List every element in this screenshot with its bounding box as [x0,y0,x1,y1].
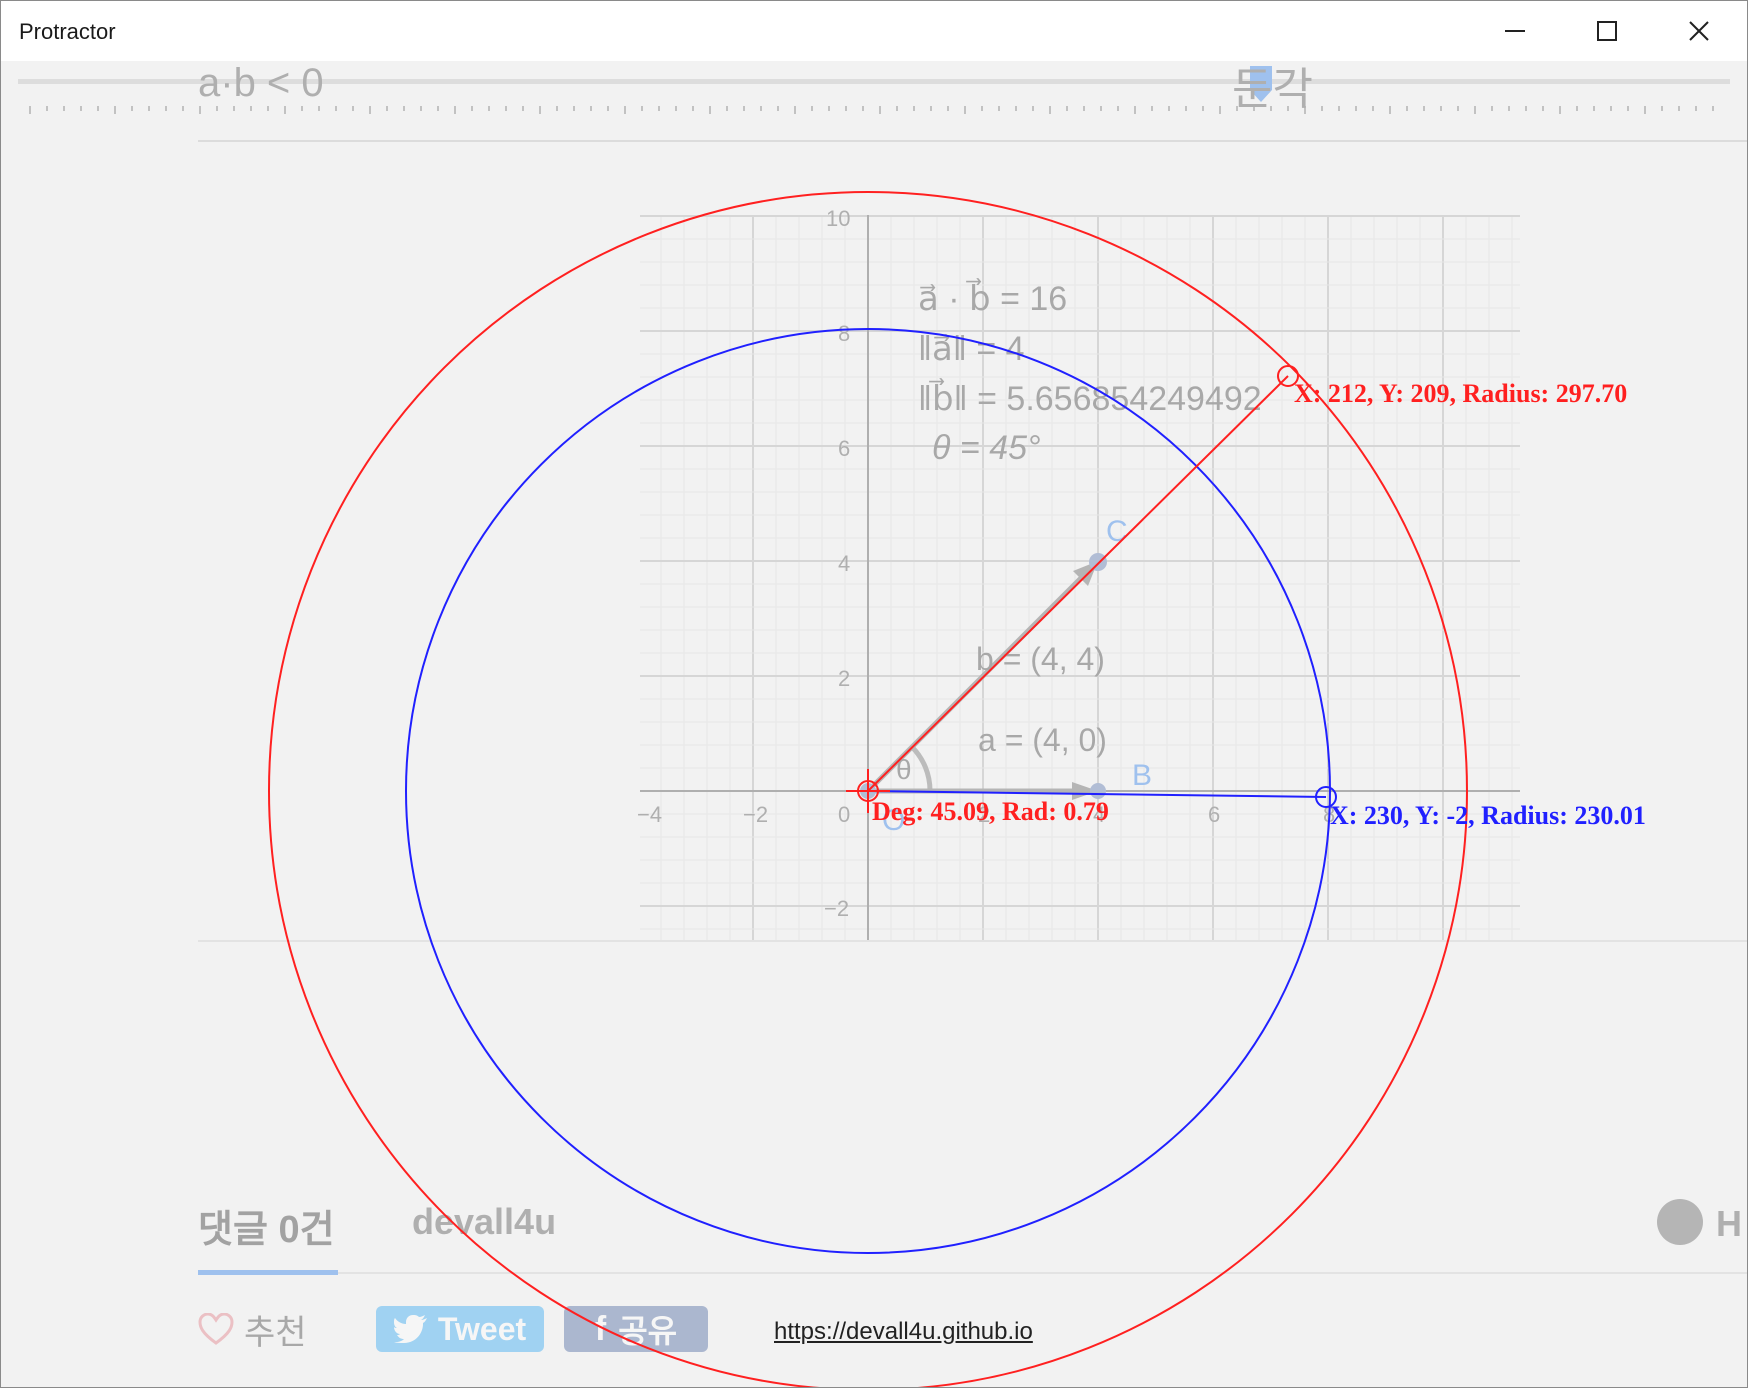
maximize-icon [1597,21,1617,41]
title-bar[interactable]: Protractor [1,1,1747,61]
protractor-overlay[interactable] [0,0,1748,1388]
maximize-button[interactable] [1561,1,1653,61]
minimize-icon [1505,30,1525,32]
red-arm-readout: X: 212, Y: 209, Radius: 297.70 [1294,379,1628,408]
close-icon [1689,21,1709,41]
red-arm-line [867,375,1289,792]
window-title: Protractor [19,19,116,44]
angle-readout: Deg: 45.09, Rad: 0.79 [872,797,1109,826]
minimize-button[interactable] [1469,1,1561,61]
blue-arm-readout: X: 230, Y: -2, Radius: 230.01 [1330,801,1646,830]
close-button[interactable] [1653,1,1745,61]
